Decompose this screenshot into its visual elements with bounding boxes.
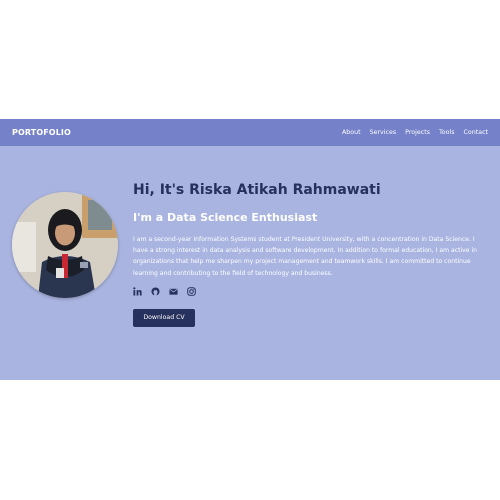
nav-link-projects[interactable]: Projects	[405, 129, 430, 136]
portfolio-site: PORTOFOLIO About Services Projects Tools…	[0, 119, 500, 380]
github-icon[interactable]	[151, 287, 160, 296]
instagram-icon[interactable]	[187, 287, 196, 296]
profile-photo-illustration	[12, 192, 118, 298]
social-links	[133, 287, 489, 296]
hero-bio: I am a second-year Information Systems s…	[133, 236, 478, 277]
download-cv-button[interactable]: Download CV	[133, 308, 195, 327]
hero-section: Hi, It's Riska Atikah Rahmawati I'm a Da…	[0, 146, 500, 380]
nav-link-about[interactable]: About	[342, 129, 361, 136]
hero-greeting: Hi, It's Riska Atikah Rahmawati	[133, 182, 381, 198]
brand-logo[interactable]: PORTOFOLIO	[12, 128, 71, 137]
profile-photo	[12, 192, 118, 298]
hero-content: Hi, It's Riska Atikah Rahmawati I'm a Da…	[133, 182, 489, 327]
nav-link-tools[interactable]: Tools	[439, 129, 455, 136]
nav-link-contact[interactable]: Contact	[464, 129, 489, 136]
nav-links: About Services Projects Tools Contact	[342, 129, 488, 136]
nav-link-services[interactable]: Services	[370, 129, 397, 136]
mail-icon[interactable]	[169, 287, 178, 296]
linkedin-icon[interactable]	[133, 287, 142, 296]
navbar: PORTOFOLIO About Services Projects Tools…	[0, 119, 500, 146]
hero-role: I'm a Data Science Enthusiast	[133, 211, 318, 224]
